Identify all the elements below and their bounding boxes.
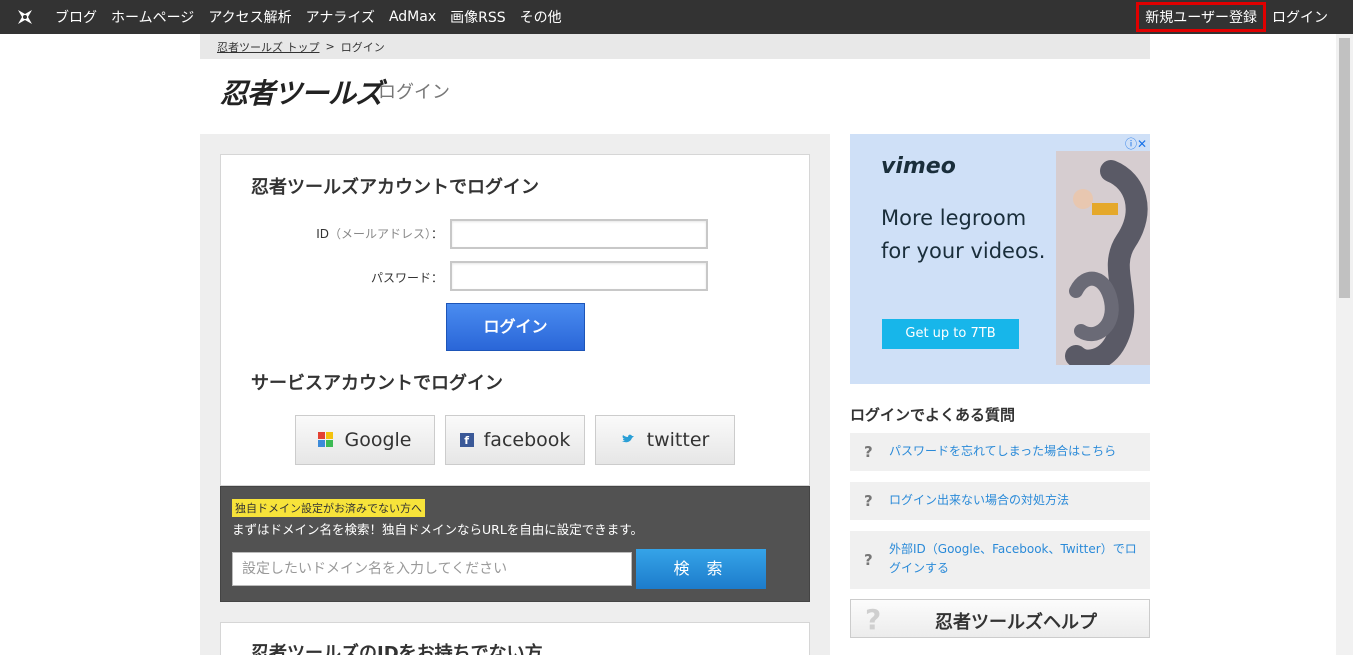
nav-other[interactable]: その他 bbox=[520, 7, 562, 27]
facebook-icon: f bbox=[459, 433, 474, 447]
question-icon: ? bbox=[864, 551, 873, 569]
question-icon: ? bbox=[864, 443, 873, 461]
ad-choices-icon[interactable]: ⓘ✕ bbox=[1125, 135, 1147, 152]
breadcrumb-current: ログイン bbox=[340, 40, 385, 54]
login-submit-button[interactable]: ログイン bbox=[446, 303, 585, 351]
google-icon bbox=[318, 432, 334, 448]
facebook-login-button[interactable]: f facebook bbox=[445, 415, 585, 465]
page-title: ログイン bbox=[378, 82, 450, 103]
nav-homepage[interactable]: ホームページ bbox=[111, 7, 194, 27]
login-panel-title: 忍者ツールズアカウントでログイン bbox=[251, 177, 539, 198]
scrollbar-thumb[interactable] bbox=[1339, 38, 1350, 298]
top-login-link[interactable]: ログイン bbox=[1272, 7, 1328, 27]
domain-search-panel: 独自ドメイン設定がお済みでない方へ まずはドメイン名を検索！独自ドメインならUR… bbox=[220, 486, 810, 602]
faq-link[interactable]: パスワードを忘れてしまった場合はこちら bbox=[889, 442, 1116, 461]
faq-link[interactable]: ログイン出来ない場合の対処方法 bbox=[889, 491, 1069, 510]
nav-blog[interactable]: ブログ bbox=[55, 7, 97, 27]
nav-image-rss[interactable]: 画像RSS bbox=[450, 7, 506, 27]
faq-link[interactable]: 外部ID（Google、Facebook、Twitter）でログインする bbox=[889, 540, 1139, 578]
id-input[interactable] bbox=[450, 219, 708, 249]
top-navigation-bar: ブログ ホームページ アクセス解析 アナライズ AdMax 画像RSS その他 … bbox=[0, 0, 1353, 34]
top-nav-links: ブログ ホームページ アクセス解析 アナライズ AdMax 画像RSS その他 bbox=[55, 0, 576, 34]
faq-item-cannot-login[interactable]: ? ログイン出来ない場合の対処方法 bbox=[850, 482, 1150, 520]
facebook-login-label: facebook bbox=[483, 429, 571, 451]
id-label-colon: ： bbox=[430, 227, 443, 241]
domain-badge: 独自ドメイン設定がお済みでない方へ bbox=[232, 499, 425, 517]
ad-illustration bbox=[1056, 151, 1150, 365]
faq-title: ログインでよくある質問 bbox=[850, 406, 1016, 424]
id-label: ID bbox=[316, 227, 329, 241]
breadcrumb-home-link[interactable]: 忍者ツールズ トップ bbox=[217, 39, 320, 55]
service-login-title: サービスアカウントでログイン bbox=[251, 373, 503, 394]
domain-description: まずはドメイン名を検索！独自ドメインならURLを自由に設定できます。 bbox=[232, 522, 644, 537]
twitter-login-button[interactable]: twitter bbox=[595, 415, 735, 465]
top-account-links: 新規ユーザー登録 ログイン bbox=[1136, 0, 1353, 34]
ninja-tools-help-button[interactable]: ? 忍者ツールズヘルプ bbox=[850, 599, 1150, 638]
register-button[interactable]: 新規ユーザー登録 bbox=[1136, 2, 1266, 32]
faq-item-external-id[interactable]: ? 外部ID（Google、Facebook、Twitter）でログインする bbox=[850, 531, 1150, 589]
page-scrollbar[interactable] bbox=[1336, 34, 1353, 655]
nav-analyze[interactable]: アナライズ bbox=[306, 7, 375, 27]
breadcrumb-separator: > bbox=[325, 40, 335, 53]
google-login-label: Google bbox=[344, 429, 412, 451]
twitter-bird-icon bbox=[621, 433, 637, 447]
ninja-tools-logo[interactable]: 忍者ツールズ bbox=[220, 72, 383, 112]
help-label: 忍者ツールズヘルプ bbox=[935, 612, 1097, 633]
domain-search-button[interactable]: 検 索 bbox=[636, 549, 766, 589]
twitter-login-label: twitter bbox=[646, 429, 710, 451]
ad-copy: More legroom for your videos. bbox=[881, 206, 1046, 263]
ninja-star-icon[interactable] bbox=[16, 8, 34, 26]
faq-item-forgot-password[interactable]: ? パスワードを忘れてしまった場合はこちら bbox=[850, 433, 1150, 471]
password-field-label: パスワード： bbox=[370, 271, 443, 285]
password-input[interactable] bbox=[450, 261, 708, 291]
breadcrumb: 忍者ツールズ トップ > ログイン bbox=[200, 34, 1150, 59]
help-question-icon: ? bbox=[865, 603, 882, 636]
vimeo-advertisement[interactable]: ⓘ✕ vimeo More legroom for your videos. G… bbox=[850, 134, 1150, 384]
google-login-button[interactable]: Google bbox=[295, 415, 435, 465]
nav-admax[interactable]: AdMax bbox=[389, 9, 436, 25]
question-icon: ? bbox=[864, 492, 873, 510]
no-id-panel: 忍者ツールズのIDをお持ちでない方 bbox=[220, 622, 810, 655]
id-label-hint: （メールアドレス） bbox=[328, 227, 431, 241]
main-column: 忍者ツールズアカウントでログイン ID（メールアドレス）： パスワード： ログイ… bbox=[200, 134, 830, 655]
id-field-label: ID（メールアドレス）： bbox=[313, 225, 443, 242]
no-id-title: 忍者ツールズのIDをお持ちでない方 bbox=[251, 643, 543, 655]
nav-access-analysis[interactable]: アクセス解析 bbox=[208, 7, 291, 27]
ad-brand: vimeo bbox=[881, 154, 956, 179]
ad-cta-button[interactable]: Get up to 7TB bbox=[882, 319, 1019, 349]
login-panel: 忍者ツールズアカウントでログイン ID（メールアドレス）： パスワード： ログイ… bbox=[220, 154, 810, 486]
domain-search-input[interactable]: 設定したいドメイン名を入力してください bbox=[232, 552, 632, 586]
